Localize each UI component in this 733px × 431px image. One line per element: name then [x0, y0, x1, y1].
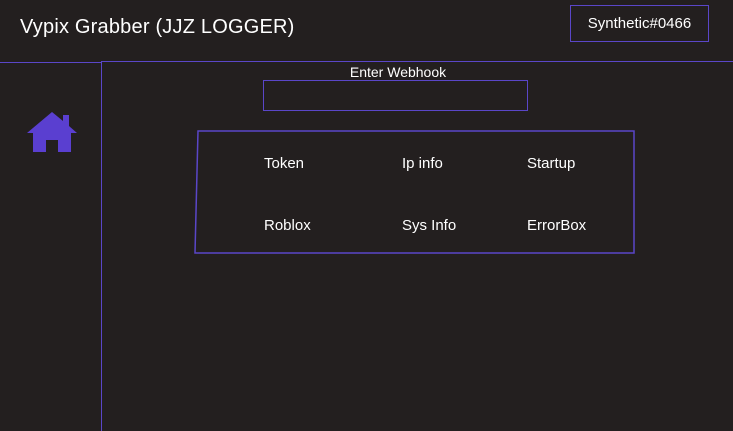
option-ip-info[interactable]: Ip info: [402, 155, 443, 173]
webhook-label: Enter Webhook: [349, 64, 447, 80]
option-roblox[interactable]: Roblox: [264, 217, 311, 235]
header-divider-right: [101, 61, 733, 62]
sidebar-item-home[interactable]: [26, 111, 78, 153]
user-badge[interactable]: Synthetic#0466: [570, 5, 709, 42]
option-startup[interactable]: Startup: [527, 155, 575, 173]
home-icon: [27, 112, 77, 152]
app-title: Vypix Grabber (JJZ LOGGER): [20, 16, 295, 38]
user-tag-label: Synthetic#0466: [587, 15, 692, 32]
option-errorbox[interactable]: ErrorBox: [527, 217, 586, 235]
option-sys-info[interactable]: Sys Info: [402, 217, 456, 235]
option-token[interactable]: Token: [264, 155, 304, 173]
header-divider-left: [0, 62, 101, 63]
sidebar-divider: [101, 62, 102, 431]
webhook-input[interactable]: [263, 80, 528, 111]
